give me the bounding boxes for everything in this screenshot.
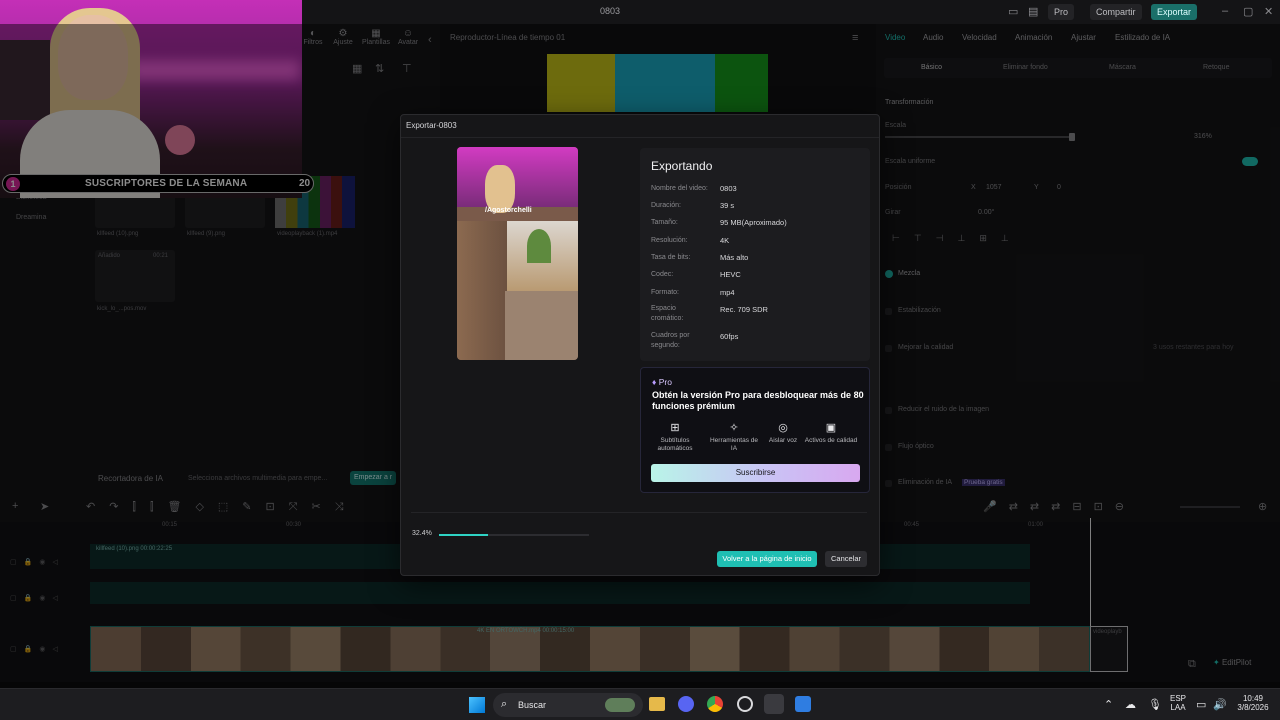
microphone-icon[interactable]: 🎙: [1148, 698, 1162, 711]
search-icon: ⌕: [501, 698, 508, 710]
back-to-home-button[interactable]: Volver a la página de inicio: [717, 551, 817, 567]
pro-upsell-card: ♦ Pro Obtén la versión Pro para desbloqu…: [640, 367, 870, 493]
cancel-button[interactable]: Cancelar: [825, 551, 867, 567]
chrome-icon[interactable]: [707, 696, 723, 712]
progress-fill: [439, 534, 488, 536]
info-value: 39 s: [720, 201, 735, 210]
isolate-voice-icon: ◎: [778, 422, 788, 434]
feature-ai-tools: ✧ Herramientas de IA: [707, 422, 761, 453]
panel-icon[interactable]: ▤: [1028, 5, 1038, 18]
info-key: Tasa de bits:: [651, 254, 691, 261]
info-value: 0803: [720, 184, 737, 193]
network-icon[interactable]: ▭: [1196, 698, 1206, 711]
volume-icon[interactable]: 🔊: [1213, 698, 1227, 711]
info-value: 60fps: [720, 332, 739, 341]
subtitles-icon: ⊞: [670, 422, 680, 434]
paint-icon[interactable]: [795, 696, 811, 712]
export-dialog: Exportar-0803 /Agostorchelli Exportando …: [400, 114, 880, 576]
info-value: 95 MB(Aproximado): [720, 218, 787, 227]
thumb-ground: [505, 291, 578, 360]
divider: [411, 512, 867, 513]
export-info-panel: Exportando Nombre del video: 0803 Duraci…: [640, 148, 870, 361]
search-label: Buscar: [518, 700, 547, 710]
layout-icon[interactable]: ▭: [1008, 5, 1018, 18]
close-icon[interactable]: ✕: [1264, 5, 1273, 18]
info-key: Espacio cromático:: [651, 305, 684, 322]
diamond-icon: ♦: [652, 377, 657, 387]
subscribe-button[interactable]: Suscribirse: [651, 464, 860, 482]
info-value: 4K: [720, 236, 730, 245]
pro-title: Obtén la versión Pro para desbloquear má…: [652, 390, 864, 411]
dialog-title: Exportar-0803: [406, 121, 457, 130]
tray-app-icon[interactable]: ☁: [1125, 698, 1136, 711]
pro-badge: ♦ Pro: [652, 377, 672, 387]
tray-expand-icon[interactable]: ⌃: [1104, 698, 1113, 711]
progress-bar: [439, 534, 589, 536]
thumb-watermark: /Agostorchelli: [485, 207, 532, 214]
clock-time: 10:49: [1242, 694, 1264, 703]
search-highlight-icon: [605, 698, 635, 712]
info-key: Tamaño:: [651, 219, 678, 226]
capcut-icon[interactable]: [764, 694, 784, 714]
info-key: Nombre del video:: [651, 185, 708, 192]
info-value: Más alto: [720, 253, 749, 262]
info-value: mp4: [720, 288, 735, 297]
feature-subtitles: ⊞ Subtítulos automáticos: [648, 422, 702, 453]
info-value: Rec. 709 SDR: [720, 305, 768, 314]
exporting-heading: Exportando: [651, 159, 713, 173]
obs-icon[interactable]: [737, 696, 753, 712]
magic-wand-icon: ✧: [729, 422, 739, 434]
window-title: 0803: [600, 6, 621, 16]
feature-quality-assets: ▣ Activos de calidad: [804, 422, 858, 444]
info-key: Formato:: [651, 289, 680, 296]
info-key: Cuadros por segundo:: [651, 332, 690, 349]
share-button[interactable]: Compartir: [1090, 4, 1142, 20]
clock-date: 3/8/2026: [1237, 703, 1269, 712]
discord-icon[interactable]: [678, 696, 694, 712]
file-explorer-icon[interactable]: [649, 697, 665, 711]
start-icon[interactable]: [469, 697, 485, 713]
thumb-palm: [527, 229, 551, 263]
divider: [401, 137, 879, 138]
export-button[interactable]: Exportar: [1151, 4, 1198, 20]
thumb-wall: [457, 221, 507, 360]
clock[interactable]: 10:49 3/8/2026: [1232, 694, 1274, 712]
taskbar-search[interactable]: ⌕ Buscar: [493, 693, 643, 717]
language-indicator[interactable]: ESP LAA: [1166, 694, 1190, 712]
export-thumbnail: /Agostorchelli: [457, 147, 578, 360]
thumb-person: [485, 165, 515, 213]
taskbar: ⌕ Buscar ⌃ ☁ 🎙 ESP LAA ▭ 🔊 10:49 3/8/202…: [0, 688, 1280, 720]
lang-bottom: LAA: [1170, 703, 1186, 712]
feature-isolate-voice: ◎ Aislar voz: [756, 422, 810, 445]
info-key: Duración:: [651, 202, 681, 209]
info-key: Resolución:: [651, 237, 688, 244]
info-value: HEVC: [720, 270, 741, 279]
info-key: Codec:: [651, 271, 674, 278]
maximize-icon[interactable]: ▢: [1243, 5, 1253, 18]
progress-percent: 32.4%: [412, 530, 432, 537]
pro-button[interactable]: Pro: [1048, 4, 1075, 20]
lang-top: ESP: [1169, 694, 1186, 703]
quality-asset-icon: ▣: [825, 422, 837, 434]
thumb-cam-area: [457, 147, 578, 207]
minimize-icon[interactable]: –: [1222, 5, 1228, 17]
